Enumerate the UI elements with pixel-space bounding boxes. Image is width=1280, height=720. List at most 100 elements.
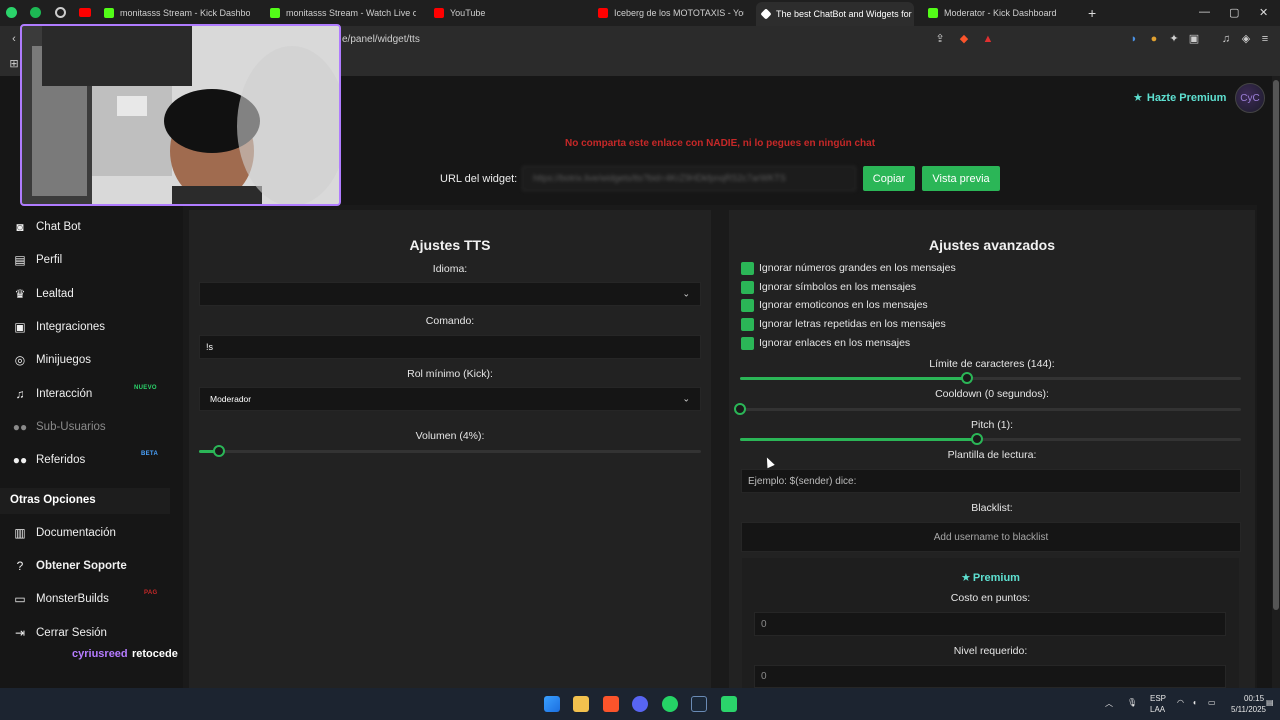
steam-icon[interactable] [691,696,707,712]
widget-url-label: URL del widget: [440,173,518,185]
audio-icon[interactable]: ◗ [1128,33,1140,45]
new-badge: NUEVO [134,385,157,391]
minimize-button[interactable]: — [1199,6,1210,18]
id-card-icon: ▤ [14,253,26,267]
extensions-icon[interactable]: ✦ [1168,33,1180,45]
extension-cookie-icon[interactable]: ● [1148,33,1160,45]
pitch-slider[interactable] [740,433,1241,445]
discord-icon[interactable] [632,696,648,712]
clock-time[interactable]: 00:15 [1244,694,1264,703]
gamepad-icon: ◎ [14,353,26,367]
new-tab-button[interactable]: + [1088,5,1096,21]
brave-browser-icon[interactable] [603,696,619,712]
notifications-icon[interactable]: ▤ [1266,698,1274,707]
tab-chatbot-widgets[interactable]: The best ChatBot and Widgets for Kick ✕ [756,2,914,26]
sidebar-item-integraciones[interactable]: ▣ Integraciones [12,320,105,334]
language-bottom[interactable]: LAA [1150,705,1165,714]
level-input[interactable]: 0 [754,665,1226,688]
checkbox-ignore-repeated[interactable] [741,318,754,331]
sidebar-item-lealtad[interactable]: ♛ Lealtad [12,287,74,301]
sidebar-item-minijuegos[interactable]: ◎ Minijuegos [12,353,91,367]
battery-icon[interactable]: ▭ [1208,698,1216,707]
advanced-settings-title: Ajustes avanzados [928,237,1056,253]
checkbox-ignore-numbers[interactable] [741,262,754,275]
brave-shield-icon[interactable]: ◆ [958,33,970,45]
pinned-tab-1[interactable] [6,7,17,18]
blacklist-input[interactable]: Add username to blacklist [741,522,1241,552]
share-icon[interactable]: ⇪ [934,33,946,45]
tab-youtube[interactable]: YouTube [434,4,580,22]
checkbox-ignore-symbols[interactable] [741,281,754,294]
premium-title-label: Premium [972,571,1020,584]
pinned-tab-4[interactable] [79,8,91,17]
sidebar-item-documentacion[interactable]: ▥ Documentación [12,526,116,540]
back-icon[interactable]: ‹ [8,33,20,45]
sidebar-toggle-icon[interactable]: ▣ [1188,33,1200,45]
cost-input[interactable]: 0 [754,612,1226,636]
apps-grid-icon[interactable]: ⊞ [8,58,20,70]
vpn-icon[interactable]: ◈ [1240,33,1252,45]
role-select[interactable]: Moderador ⌄ [199,387,701,411]
scrollbar-thumb[interactable] [1273,80,1279,610]
clock-date[interactable]: 5/11/2025 [1231,705,1266,714]
sidebar-item-sub-usuarios[interactable]: ●● Sub-Usuarios [12,420,106,434]
close-window-button[interactable]: ✕ [1259,6,1268,19]
tab-kick-dashboard[interactable]: monitasss Stream - Kick Dashboard [104,4,250,22]
sidebar-item-soporte[interactable]: ? Obtener Soporte [12,559,127,573]
sidebar-item-perfil[interactable]: ▤ Perfil [12,253,62,267]
volume-icon[interactable]: ◖ [1192,698,1197,707]
tab-label: monitasss Stream - Watch Live on Kick [286,8,416,18]
blacklist-label: Blacklist: [971,502,1013,514]
brave-rewards-icon[interactable]: ▲ [982,33,994,45]
widget-url-field[interactable]: https://botrix.live/widgets/tts?bid=4KrZ… [522,166,856,191]
sidebar-item-cerrar-sesion[interactable]: ⇥ Cerrar Sesión [12,626,107,640]
tab-label: Moderator - Kick Dashboard [944,8,1057,18]
tab-kick-moderator[interactable]: Moderator - Kick Dashboard [928,4,1074,22]
sidebar-item-label: Perfil [36,254,63,266]
wifi-icon[interactable]: ◠ [1177,698,1184,707]
checkbox-label: Ignorar enlaces en los mensajes [759,337,911,349]
preview-button[interactable]: Vista previa [922,166,1000,191]
sidebar-item-label: Cerrar Sesión [36,627,107,639]
microphone-icon[interactable]: 🎙 [1127,698,1137,707]
url-text[interactable]: e/panel/widget/tts [342,34,420,45]
maximize-button[interactable]: ▢ [1229,6,1239,19]
char-limit-slider[interactable] [740,372,1241,384]
premium-link[interactable]: ★ Hazte Premium [1133,91,1226,105]
pinned-tab-3[interactable] [55,7,66,18]
volume-slider-thumb[interactable] [213,445,226,457]
cooldown-slider-thumb[interactable] [734,403,746,415]
language-select[interactable]: ⌄ [199,282,701,306]
tab-iceberg-youtube[interactable]: Iceberg de los MOTOTAXIS - YouTube [598,4,744,22]
pinned-tab-2[interactable] [30,7,41,18]
copy-button[interactable]: Copiar [863,166,915,191]
sidebar-item-monsterbuilds[interactable]: ▭ MonsterBuilds [12,592,109,606]
volume-label: Volumen (4%): [415,430,485,442]
command-input[interactable]: !s [199,335,701,359]
cooldown-slider[interactable] [734,403,1241,415]
media-icon[interactable]: ♫ [1220,33,1232,45]
whatsapp-icon[interactable] [662,696,678,712]
checkbox-label: Ignorar números grandes en los mensajes [759,262,956,274]
avatar[interactable]: CyC [1235,83,1265,113]
file-explorer-icon[interactable] [573,696,589,712]
tray-chevron-icon[interactable]: ︿ [1105,698,1113,709]
sidebar-item-interaccion[interactable]: ♫ Interacción [12,387,93,401]
cooldown-label: Cooldown (0 segundos): [935,388,1049,400]
checkbox-ignore-links[interactable] [741,337,754,350]
sidebar-item-label: Lealtad [36,288,74,300]
tab-kick-watch[interactable]: monitasss Stream - Watch Live on Kick [270,4,416,22]
windows-start-icon[interactable] [544,696,560,712]
star-icon: ★ [961,572,971,584]
language-top[interactable]: ESP [1150,694,1166,703]
users-icon: ●● [12,420,28,434]
trophy-icon: ♛ [14,287,26,301]
template-input[interactable]: Ejemplo: $(sender) dice: [741,469,1241,493]
app-icon[interactable] [721,696,737,712]
sidebar-item-chat-bot[interactable]: ◙ Chat Bot [12,220,80,234]
checkbox-ignore-emotes[interactable] [741,299,754,312]
chevron-down-icon: ⌄ [682,288,690,299]
sidebar-item-referidos[interactable]: ●● Referidos [12,453,85,467]
volume-slider[interactable] [199,445,701,457]
menu-icon[interactable]: ≡ [1259,33,1271,45]
